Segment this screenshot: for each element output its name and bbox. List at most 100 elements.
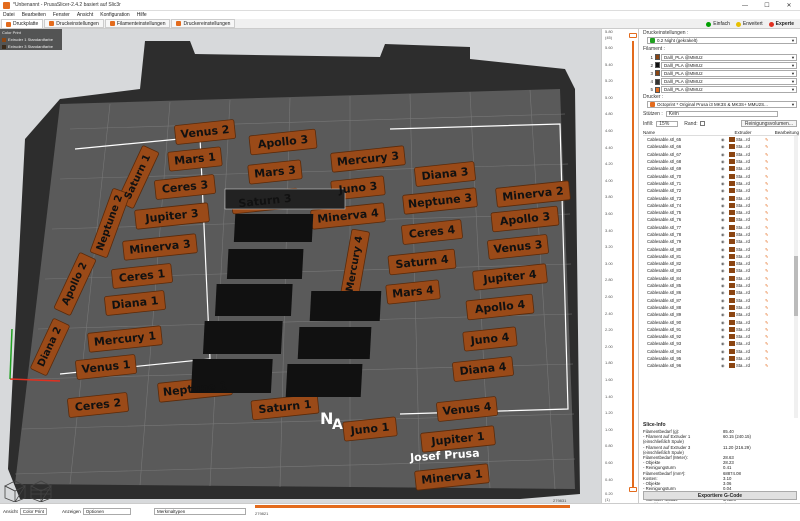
object-list-item[interactable]: Cablesable.stl_91 ◉ Sta...rd ✎ [643,326,793,333]
extruder-select[interactable]: Sta...rd [729,195,765,201]
object-list-item[interactable]: Cablesable.stl_73 ◉ Sta...rd ✎ [643,194,793,201]
tab-plater[interactable]: Druckplatte [1,19,44,28]
menu-view[interactable]: Ansicht [77,12,93,18]
extruder-select[interactable]: Sta...rd [729,268,765,274]
object-list-item[interactable]: Cablesable.stl_93 ◉ Sta...rd ✎ [643,340,793,347]
edit-icon[interactable]: ✎ [765,152,775,157]
edit-icon[interactable]: ✎ [765,239,775,244]
eye-icon[interactable]: ◉ [721,188,729,193]
filament-select[interactable]: Dalll_PLA @MMU2 ▼ [661,69,797,77]
3d-viewport[interactable]: Venus 2 Apollo 3 Mercury 3 Saturn 1 Mars 1 Ma… [0,29,601,503]
extruder-select[interactable]: Sta...rd [729,210,765,216]
object-list-item[interactable]: Cablesable.stl_81 ◉ Sta...rd ✎ [643,253,793,260]
extruder-select[interactable]: Sta...rd [729,304,765,310]
eye-icon[interactable]: ◉ [721,181,729,186]
edit-icon[interactable]: ✎ [765,254,775,259]
extruder-select[interactable]: Sta...rd [729,275,765,281]
object-list-item[interactable]: Cablesable.stl_72 ◉ Sta...rd ✎ [643,187,793,194]
eye-icon[interactable]: ◉ [721,232,729,237]
export-gcode-button[interactable]: Exportiere G-Code [643,491,797,500]
edit-icon[interactable]: ✎ [765,363,775,368]
object-list-item[interactable]: Cablesable.stl_71 ◉ Sta...rd ✎ [643,180,793,187]
eye-icon[interactable]: ◉ [721,283,729,288]
extruder-select[interactable]: Sta...rd [729,356,765,362]
object-list-item[interactable]: Cablesable.stl_79 ◉ Sta...rd ✎ [643,238,793,245]
edit-icon[interactable]: ✎ [765,247,775,252]
eye-icon[interactable]: ◉ [721,334,729,339]
object-list-item[interactable]: Cablesable.stl_77 ◉ Sta...rd ✎ [643,224,793,231]
object-list-item[interactable]: Cablesable.stl_86 ◉ Sta...rd ✎ [643,289,793,296]
brim-checkbox[interactable] [699,121,705,126]
extruder-select[interactable]: Sta...rd [729,261,765,267]
edit-icon[interactable]: ✎ [765,268,775,273]
print-profile-select[interactable]: 0.2 Night (gekrakelt) ▼ [647,37,797,44]
extruder-select[interactable]: Sta...rd [729,173,765,179]
edit-icon[interactable]: ✎ [765,225,775,230]
tab-print-settings[interactable]: Druckeinstellungen [44,19,104,28]
close-button[interactable]: ✕ [778,0,800,11]
object-list-item[interactable]: Cablesable.stl_85 ◉ Sta...rd ✎ [643,282,793,289]
options-select[interactable]: Optionen [82,508,131,515]
infill-select[interactable]: 15% [656,120,679,127]
extruder-select[interactable]: Sta...rd [729,341,765,347]
edit-icon[interactable]: ✎ [765,320,775,325]
extruder-select[interactable]: Sta...rd [729,239,765,245]
edit-icon[interactable]: ✎ [765,298,775,303]
eye-icon[interactable]: ◉ [721,341,729,346]
object-list[interactable]: Cablesable.stl_65 ◉ Sta...rd ✎ Cablesable.st… [643,136,793,418]
edit-icon[interactable]: ✎ [765,349,775,354]
edit-icon[interactable]: ✎ [765,217,775,222]
extruder-select[interactable]: Sta...rd [729,224,765,230]
edit-icon[interactable]: ✎ [765,166,775,171]
edit-icon[interactable]: ✎ [765,276,775,281]
eye-icon[interactable]: ◉ [721,349,729,354]
edit-icon[interactable]: ✎ [765,174,775,179]
extruder-select[interactable]: Sta...rd [729,253,765,259]
edit-icon[interactable]: ✎ [765,356,775,361]
extruder-select[interactable]: Sta...rd [729,363,765,369]
extruder-select[interactable]: Sta...rd [729,166,765,172]
eye-icon[interactable]: ◉ [721,254,729,259]
eye-icon[interactable]: ◉ [721,261,729,266]
eye-icon[interactable]: ◉ [721,305,729,310]
maximize-button[interactable]: ☐ [756,0,778,11]
filament-color-swatch[interactable] [655,54,660,60]
edit-icon[interactable]: ✎ [765,144,775,149]
edit-icon[interactable]: ✎ [765,341,775,346]
eye-icon[interactable]: ◉ [721,210,729,215]
minimize-button[interactable]: — [734,0,756,11]
eye-icon[interactable]: ◉ [721,144,729,149]
filament-select[interactable]: Dalll_PLA @MMU2 ▼ [661,78,797,86]
extruder-select[interactable]: Sta...rd [729,232,765,237]
eye-icon[interactable]: ◉ [721,166,729,171]
eye-icon[interactable]: ◉ [721,196,729,201]
extruder-select[interactable]: Sta...rd [729,290,765,296]
edit-icon[interactable]: ✎ [765,210,775,215]
extruder-select[interactable]: Sta...rd [729,348,765,354]
mode-simple[interactable]: Einfach [706,21,730,27]
tab-filament-settings[interactable]: Filamenteinstellungen [104,19,171,28]
layer-upper-handle[interactable] [629,33,637,38]
eye-icon[interactable]: ◉ [721,327,729,332]
eye-icon[interactable]: ◉ [721,298,729,303]
object-list-item[interactable]: Cablesable.stl_90 ◉ Sta...rd ✎ [643,318,793,325]
eye-icon[interactable]: ◉ [721,225,729,230]
object-list-item[interactable]: Cablesable.stl_82 ◉ Sta...rd ✎ [643,260,793,267]
tab-printer-settings[interactable]: Druckereinstellungen [171,19,236,28]
edit-icon[interactable]: ✎ [765,290,775,295]
object-list-item[interactable]: Cablesable.stl_96 ◉ Sta...rd ✎ [643,362,793,369]
menu-file[interactable]: Datei [3,12,15,18]
extruder-select[interactable]: Sta...rd [729,180,765,186]
filament-select[interactable]: Dalll_PLA @MMU2 ▼ [661,53,797,61]
eye-icon[interactable]: ◉ [721,239,729,244]
edit-icon[interactable]: ✎ [765,232,775,237]
edit-icon[interactable]: ✎ [765,305,775,310]
eye-icon[interactable]: ◉ [721,276,729,281]
eye-icon[interactable]: ◉ [721,268,729,273]
layer-lower-handle[interactable] [629,487,637,492]
object-list-item[interactable]: Cablesable.stl_66 ◉ Sta...rd ✎ [643,143,793,150]
extruder-select[interactable]: Sta...rd [729,217,765,223]
edit-icon[interactable]: ✎ [765,283,775,288]
edit-icon[interactable]: ✎ [765,137,775,142]
object-list-item[interactable]: Cablesable.stl_94 ◉ Sta...rd ✎ [643,348,793,355]
